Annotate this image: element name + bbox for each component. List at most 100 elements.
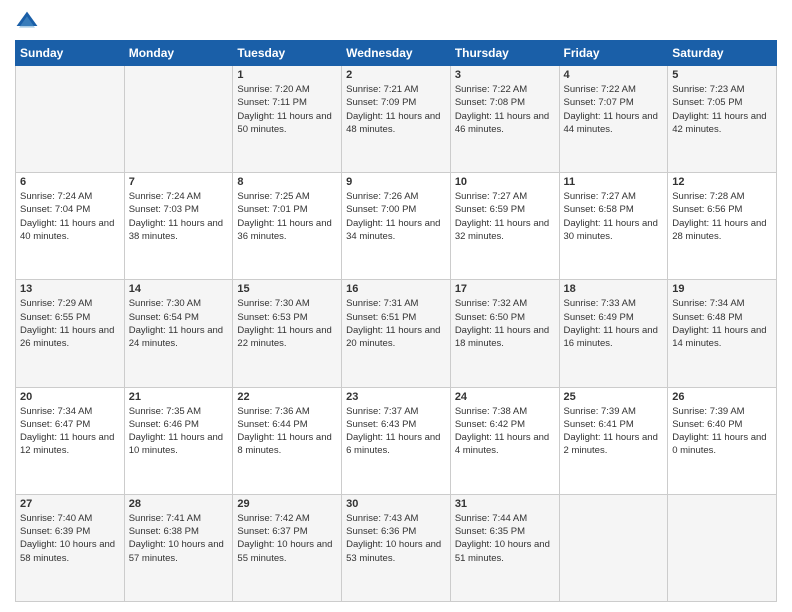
day-number: 3 bbox=[455, 69, 555, 81]
day-info: Sunrise: 7:39 AM Sunset: 6:41 PM Dayligh… bbox=[564, 405, 664, 458]
day-info: Sunrise: 7:36 AM Sunset: 6:44 PM Dayligh… bbox=[237, 405, 337, 458]
day-info: Sunrise: 7:34 AM Sunset: 6:47 PM Dayligh… bbox=[20, 405, 120, 458]
calendar-cell bbox=[559, 494, 668, 601]
day-info: Sunrise: 7:34 AM Sunset: 6:48 PM Dayligh… bbox=[672, 297, 772, 350]
day-info: Sunrise: 7:33 AM Sunset: 6:49 PM Dayligh… bbox=[564, 297, 664, 350]
day-info: Sunrise: 7:27 AM Sunset: 6:59 PM Dayligh… bbox=[455, 190, 555, 243]
day-info: Sunrise: 7:22 AM Sunset: 7:08 PM Dayligh… bbox=[455, 83, 555, 136]
day-info: Sunrise: 7:42 AM Sunset: 6:37 PM Dayligh… bbox=[237, 512, 337, 565]
day-info: Sunrise: 7:30 AM Sunset: 6:53 PM Dayligh… bbox=[237, 297, 337, 350]
page: SundayMondayTuesdayWednesdayThursdayFrid… bbox=[0, 0, 792, 612]
calendar-cell: 7 Sunrise: 7:24 AM Sunset: 7:03 PM Daylig… bbox=[124, 173, 233, 280]
calendar-cell: 9 Sunrise: 7:26 AM Sunset: 7:00 PM Daylig… bbox=[342, 173, 451, 280]
calendar-cell: 4 Sunrise: 7:22 AM Sunset: 7:07 PM Daylig… bbox=[559, 66, 668, 173]
calendar-cell: 20 Sunrise: 7:34 AM Sunset: 6:47 PM Dayli… bbox=[16, 387, 125, 494]
day-info: Sunrise: 7:43 AM Sunset: 6:36 PM Dayligh… bbox=[346, 512, 446, 565]
day-number: 28 bbox=[129, 498, 229, 510]
calendar-week-2: 6 Sunrise: 7:24 AM Sunset: 7:04 PM Daylig… bbox=[16, 173, 777, 280]
day-info: Sunrise: 7:40 AM Sunset: 6:39 PM Dayligh… bbox=[20, 512, 120, 565]
day-info: Sunrise: 7:41 AM Sunset: 6:38 PM Dayligh… bbox=[129, 512, 229, 565]
day-number: 5 bbox=[672, 69, 772, 81]
calendar-cell: 25 Sunrise: 7:39 AM Sunset: 6:41 PM Dayli… bbox=[559, 387, 668, 494]
day-info: Sunrise: 7:28 AM Sunset: 6:56 PM Dayligh… bbox=[672, 190, 772, 243]
day-info: Sunrise: 7:27 AM Sunset: 6:58 PM Dayligh… bbox=[564, 190, 664, 243]
calendar-cell bbox=[124, 66, 233, 173]
day-number: 31 bbox=[455, 498, 555, 510]
calendar-week-1: 1 Sunrise: 7:20 AM Sunset: 7:11 PM Daylig… bbox=[16, 66, 777, 173]
day-info: Sunrise: 7:29 AM Sunset: 6:55 PM Dayligh… bbox=[20, 297, 120, 350]
day-number: 19 bbox=[672, 283, 772, 295]
calendar-cell: 6 Sunrise: 7:24 AM Sunset: 7:04 PM Daylig… bbox=[16, 173, 125, 280]
calendar-cell: 14 Sunrise: 7:30 AM Sunset: 6:54 PM Dayli… bbox=[124, 280, 233, 387]
day-info: Sunrise: 7:23 AM Sunset: 7:05 PM Dayligh… bbox=[672, 83, 772, 136]
day-header-thursday: Thursday bbox=[450, 41, 559, 66]
day-info: Sunrise: 7:44 AM Sunset: 6:35 PM Dayligh… bbox=[455, 512, 555, 565]
calendar-cell: 31 Sunrise: 7:44 AM Sunset: 6:35 PM Dayli… bbox=[450, 494, 559, 601]
day-number: 7 bbox=[129, 176, 229, 188]
day-info: Sunrise: 7:32 AM Sunset: 6:50 PM Dayligh… bbox=[455, 297, 555, 350]
calendar-cell: 10Sunrise: 7:27 AM Sunset: 6:59 PM Dayli… bbox=[450, 173, 559, 280]
day-number: 16 bbox=[346, 283, 446, 295]
day-header-sunday: Sunday bbox=[16, 41, 125, 66]
logo-icon bbox=[15, 10, 39, 34]
day-number: 27 bbox=[20, 498, 120, 510]
day-header-monday: Monday bbox=[124, 41, 233, 66]
day-number: 14 bbox=[129, 283, 229, 295]
day-info: Sunrise: 7:37 AM Sunset: 6:43 PM Dayligh… bbox=[346, 405, 446, 458]
day-number: 17 bbox=[455, 283, 555, 295]
calendar-cell: 22 Sunrise: 7:36 AM Sunset: 6:44 PM Dayli… bbox=[233, 387, 342, 494]
day-number: 29 bbox=[237, 498, 337, 510]
calendar-cell bbox=[16, 66, 125, 173]
calendar-cell: 30 Sunrise: 7:43 AM Sunset: 6:36 PM Dayli… bbox=[342, 494, 451, 601]
calendar-header-row: SundayMondayTuesdayWednesdayThursdayFrid… bbox=[16, 41, 777, 66]
calendar-cell: 13Sunrise: 7:29 AM Sunset: 6:55 PM Dayli… bbox=[16, 280, 125, 387]
day-number: 21 bbox=[129, 391, 229, 403]
calendar-cell: 11Sunrise: 7:27 AM Sunset: 6:58 PM Dayli… bbox=[559, 173, 668, 280]
calendar-cell: 8 Sunrise: 7:25 AM Sunset: 7:01 PM Daylig… bbox=[233, 173, 342, 280]
day-info: Sunrise: 7:30 AM Sunset: 6:54 PM Dayligh… bbox=[129, 297, 229, 350]
calendar-cell: 5 Sunrise: 7:23 AM Sunset: 7:05 PM Daylig… bbox=[668, 66, 777, 173]
day-info: Sunrise: 7:35 AM Sunset: 6:46 PM Dayligh… bbox=[129, 405, 229, 458]
day-info: Sunrise: 7:25 AM Sunset: 7:01 PM Dayligh… bbox=[237, 190, 337, 243]
logo bbox=[15, 10, 43, 34]
calendar-table: SundayMondayTuesdayWednesdayThursdayFrid… bbox=[15, 40, 777, 602]
day-number: 23 bbox=[346, 391, 446, 403]
calendar-cell: 3 Sunrise: 7:22 AM Sunset: 7:08 PM Daylig… bbox=[450, 66, 559, 173]
day-info: Sunrise: 7:22 AM Sunset: 7:07 PM Dayligh… bbox=[564, 83, 664, 136]
calendar-cell: 29 Sunrise: 7:42 AM Sunset: 6:37 PM Dayli… bbox=[233, 494, 342, 601]
day-info: Sunrise: 7:24 AM Sunset: 7:03 PM Dayligh… bbox=[129, 190, 229, 243]
calendar-cell: 23 Sunrise: 7:37 AM Sunset: 6:43 PM Dayli… bbox=[342, 387, 451, 494]
calendar-cell: 2Sunrise: 7:21 AM Sunset: 7:09 PM Daylig… bbox=[342, 66, 451, 173]
day-number: 4 bbox=[564, 69, 664, 81]
calendar-week-5: 27 Sunrise: 7:40 AM Sunset: 6:39 PM Dayli… bbox=[16, 494, 777, 601]
day-number: 15 bbox=[237, 283, 337, 295]
day-header-friday: Friday bbox=[559, 41, 668, 66]
calendar-cell: 28 Sunrise: 7:41 AM Sunset: 6:38 PM Dayli… bbox=[124, 494, 233, 601]
day-number: 18 bbox=[564, 283, 664, 295]
day-number: 6 bbox=[20, 176, 120, 188]
day-number: 12 bbox=[672, 176, 772, 188]
day-header-wednesday: Wednesday bbox=[342, 41, 451, 66]
calendar-week-3: 13Sunrise: 7:29 AM Sunset: 6:55 PM Dayli… bbox=[16, 280, 777, 387]
calendar-cell: 16 Sunrise: 7:31 AM Sunset: 6:51 PM Dayli… bbox=[342, 280, 451, 387]
day-number: 20 bbox=[20, 391, 120, 403]
day-header-tuesday: Tuesday bbox=[233, 41, 342, 66]
day-number: 30 bbox=[346, 498, 446, 510]
calendar-cell: 19 Sunrise: 7:34 AM Sunset: 6:48 PM Dayli… bbox=[668, 280, 777, 387]
day-info: Sunrise: 7:20 AM Sunset: 7:11 PM Dayligh… bbox=[237, 83, 337, 136]
day-number: 8 bbox=[237, 176, 337, 188]
calendar-cell: 24Sunrise: 7:38 AM Sunset: 6:42 PM Dayli… bbox=[450, 387, 559, 494]
calendar-cell: 27 Sunrise: 7:40 AM Sunset: 6:39 PM Dayli… bbox=[16, 494, 125, 601]
day-number: 1 bbox=[237, 69, 337, 81]
day-number: 22 bbox=[237, 391, 337, 403]
calendar-cell: 18 Sunrise: 7:33 AM Sunset: 6:49 PM Dayli… bbox=[559, 280, 668, 387]
day-info: Sunrise: 7:31 AM Sunset: 6:51 PM Dayligh… bbox=[346, 297, 446, 350]
day-number: 9 bbox=[346, 176, 446, 188]
calendar-cell: 26Sunrise: 7:39 AM Sunset: 6:40 PM Dayli… bbox=[668, 387, 777, 494]
day-info: Sunrise: 7:24 AM Sunset: 7:04 PM Dayligh… bbox=[20, 190, 120, 243]
day-info: Sunrise: 7:26 AM Sunset: 7:00 PM Dayligh… bbox=[346, 190, 446, 243]
calendar-cell: 17 Sunrise: 7:32 AM Sunset: 6:50 PM Dayli… bbox=[450, 280, 559, 387]
calendar-cell: 12 Sunrise: 7:28 AM Sunset: 6:56 PM Dayli… bbox=[668, 173, 777, 280]
day-number: 25 bbox=[564, 391, 664, 403]
calendar-cell: 15 Sunrise: 7:30 AM Sunset: 6:53 PM Dayli… bbox=[233, 280, 342, 387]
